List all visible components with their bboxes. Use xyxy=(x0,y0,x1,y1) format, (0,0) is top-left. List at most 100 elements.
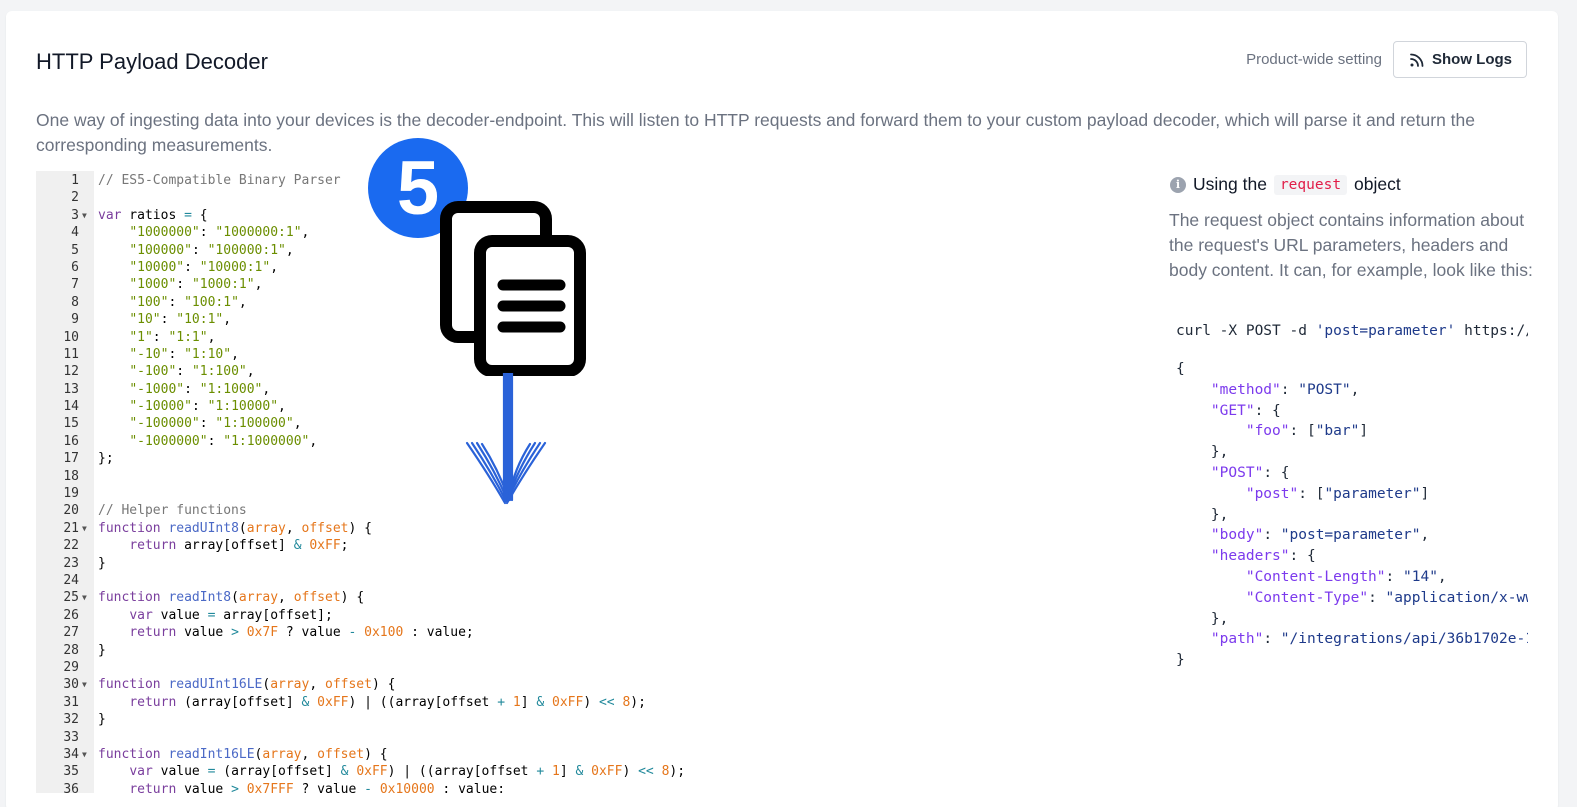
curl-example: curl -X POST -d 'post=parameter' https:/… xyxy=(1176,323,1528,339)
code-line[interactable]: 2 xyxy=(36,189,1140,206)
code-text: } xyxy=(98,555,106,571)
code-line[interactable]: 31 return (array[offset] & 0xFF) | ((arr… xyxy=(36,694,1140,711)
code-line[interactable]: 29 xyxy=(36,659,1140,676)
json-line: "foo": ["bar"] xyxy=(1245,423,1369,440)
code-line[interactable]: 14 "-10000": "1:10000", xyxy=(36,398,1140,415)
code-line[interactable]: 21 ▼ function readUInt8(array, offset) { xyxy=(36,520,1140,537)
line-number: 7 xyxy=(71,277,79,293)
json-line: "post": ["parameter"] xyxy=(1245,485,1430,502)
page-title: HTTP Payload Decoder xyxy=(36,49,268,74)
line-number: 2 xyxy=(71,190,79,206)
code-line[interactable]: 13 "-1000": "1:1000", xyxy=(36,381,1140,398)
code-line[interactable]: 20 // Helper functions xyxy=(36,502,1140,519)
line-number: 34 xyxy=(63,746,79,762)
code-line[interactable]: 35 var value = (array[offset] & 0xFF) | … xyxy=(36,763,1140,780)
code-line[interactable]: 22 return array[offset] & 0xFF; xyxy=(36,537,1140,554)
code-line[interactable]: 26 var value = array[offset]; xyxy=(36,607,1140,624)
line-number: 14 xyxy=(63,399,79,415)
json-line: }, xyxy=(1176,506,1229,523)
code-text: "1000": "1000:1", xyxy=(129,277,263,293)
code-line[interactable]: 3 ▼ var ratios = { xyxy=(36,207,1140,224)
code-line[interactable]: 5 "100000": "100000:1", xyxy=(36,242,1140,259)
code-lines: 1// ES5-Compatible Binary Parser 2 3 ▼ var r… xyxy=(36,172,1140,793)
json-line: "method": "POST", xyxy=(1210,381,1360,398)
code-line[interactable]: 7 "1000": "1000:1", xyxy=(36,276,1140,293)
code-line[interactable]: 36 return value > 0x7FFF ? value - 0x100… xyxy=(36,781,1140,793)
code-line[interactable]: 19 xyxy=(36,485,1140,502)
fold-toggle-icon[interactable]: ▼ xyxy=(82,520,87,537)
code-line[interactable]: 16 "-1000000": "1:1000000", xyxy=(36,433,1140,450)
json-line: } xyxy=(1176,652,1185,669)
code-line[interactable]: 27 return value > 0x7F ? value - 0x100 :… xyxy=(36,624,1140,641)
json-line: }, xyxy=(1176,444,1229,461)
code-editor[interactable]: 1// ES5-Compatible Binary Parser 2 3 ▼ var r… xyxy=(36,171,1140,793)
code-text: // ES5-Compatible Binary Parser xyxy=(98,173,341,188)
line-number: 9 xyxy=(71,312,79,328)
json-line: "GET": { xyxy=(1210,402,1281,419)
code-line[interactable]: 8 "100": "100:1", xyxy=(36,294,1140,311)
code-line[interactable]: 10 "1": "1:1", xyxy=(36,329,1140,346)
code-text: "-1000000": "1:1000000", xyxy=(129,433,318,449)
info-title-object: object xyxy=(1354,174,1401,194)
code-line[interactable]: 30 ▼ function readUInt16LE(array, offset) … xyxy=(36,676,1140,693)
json-line: "POST": { xyxy=(1210,464,1290,481)
info-icon: i xyxy=(1170,176,1186,193)
line-number: 12 xyxy=(63,364,79,380)
request-inline-code: request xyxy=(1273,174,1348,195)
line-number: 8 xyxy=(71,294,79,310)
code-line[interactable]: 12 "-100": "1:100", xyxy=(36,363,1140,380)
copy-icon xyxy=(440,201,586,376)
fold-toggle-icon[interactable]: ▼ xyxy=(82,589,87,606)
code-line[interactable]: 18 xyxy=(36,468,1140,485)
code-line[interactable]: 23} xyxy=(36,555,1140,572)
line-number: 16 xyxy=(63,433,79,449)
code-line[interactable]: 11 "-10": "1:10", xyxy=(36,346,1140,363)
code-line[interactable]: 6 "10000": "10000:1", xyxy=(36,259,1140,276)
line-number: 3 xyxy=(71,207,79,223)
fold-toggle-icon[interactable]: ▼ xyxy=(82,207,87,224)
line-number: 24 xyxy=(63,572,79,588)
code-text: "-10": "1:10", xyxy=(129,346,239,362)
line-number: 18 xyxy=(63,468,79,484)
request-json-example: { "method": "POST", "GET": { "foo": ["ba… xyxy=(1176,359,1528,671)
code-line[interactable]: 33 xyxy=(36,729,1140,746)
json-line: { xyxy=(1176,361,1185,377)
code-line[interactable]: 25 ▼ function readInt8(array, offset) { xyxy=(36,589,1140,606)
line-number: 23 xyxy=(63,555,79,571)
line-number: 25 xyxy=(63,590,79,606)
line-number: 36 xyxy=(63,781,79,793)
code-text: "-1000": "1:1000", xyxy=(129,381,271,397)
code-text: function readInt16LE(array, offset) { xyxy=(98,746,388,762)
code-text: "10000": "10000:1", xyxy=(129,259,279,275)
code-line[interactable]: 34 ▼ function readInt16LE(array, offset) { xyxy=(36,746,1140,763)
code-text: "1": "1:1", xyxy=(129,329,216,345)
json-line: "headers": { xyxy=(1210,548,1316,565)
show-logs-button[interactable]: Show Logs xyxy=(1393,41,1527,78)
code-line[interactable]: 4 "1000000": "1000000:1", xyxy=(36,224,1140,241)
info-title-text: Using the xyxy=(1193,174,1267,194)
line-number: 35 xyxy=(63,764,79,780)
info-description: The request object contains information … xyxy=(1169,210,1533,280)
code-text: return array[offset] & 0xFF; xyxy=(129,538,349,554)
code-text: // Helper functions xyxy=(98,503,247,519)
code-text: var value = (array[offset] & 0xFF) | ((a… xyxy=(129,764,686,780)
fold-toggle-icon[interactable]: ▼ xyxy=(82,746,87,763)
line-number: 32 xyxy=(63,712,79,728)
line-number: 30 xyxy=(63,677,79,693)
code-line[interactable]: 9 "10": "10:1", xyxy=(36,311,1140,328)
code-line[interactable]: 15 "-100000": "1:100000", xyxy=(36,415,1140,432)
code-line[interactable]: 17}; xyxy=(36,450,1140,467)
line-number: 26 xyxy=(63,607,79,623)
product-wide-setting-label: Product-wide setting xyxy=(1246,51,1382,68)
code-text: "100": "100:1", xyxy=(129,294,247,310)
fold-toggle-icon[interactable]: ▼ xyxy=(82,676,87,693)
code-line[interactable]: 32} xyxy=(36,711,1140,728)
json-line: }, xyxy=(1176,610,1229,627)
description: One way of ingesting data into your devi… xyxy=(36,110,1475,155)
line-number: 33 xyxy=(63,729,79,745)
code-line[interactable]: 24 xyxy=(36,572,1140,589)
arrow-down-icon xyxy=(465,373,547,505)
code-line[interactable]: 1 // ES5-Compatible Binary Parser xyxy=(36,172,1140,189)
code-line[interactable]: 28} xyxy=(36,642,1140,659)
code-text: }; xyxy=(98,451,114,467)
